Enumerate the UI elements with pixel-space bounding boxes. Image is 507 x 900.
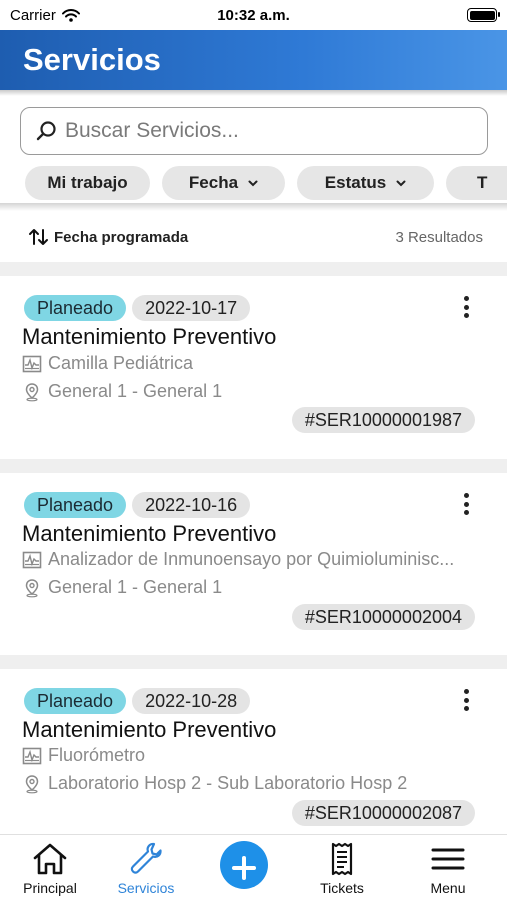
chip-fecha[interactable]: Fecha (162, 166, 285, 200)
list-separator (0, 262, 507, 276)
header-shadow (0, 90, 507, 96)
service-title: Mantenimiento Preventivo (22, 717, 277, 742)
card-badges: Planeado 2022-10-28 (24, 688, 251, 714)
list-separator (0, 655, 507, 669)
service-card[interactable]: Planeado 2022-10-16 Mantenimiento Preven… (0, 473, 507, 656)
service-code-badge: #SER10000002004 (291, 604, 475, 630)
tab-label: Principal (23, 880, 77, 896)
search-input[interactable] (65, 119, 465, 143)
app-screen: Carrier 10:32 a.m. Servicios Mi trabajo … (0, 0, 507, 900)
location-pin-icon (25, 578, 39, 597)
tab-bar: Principal Servicios Tickets Menu (0, 834, 507, 900)
carrier-label: Carrier (10, 6, 56, 24)
app-header: Servicios (0, 30, 507, 90)
tab-label: Servicios (117, 880, 175, 896)
date-badge: 2022-10-28 (132, 688, 251, 714)
service-card[interactable]: Planeado 2022-10-17 Mantenimiento Preven… (0, 276, 507, 459)
sort-label: Fecha programada (54, 228, 189, 246)
menu-icon (431, 848, 465, 870)
location-row: General 1 - General 1 (22, 381, 490, 402)
filter-chips: Mi trabajo Fecha Estatus T (0, 166, 507, 202)
location-name: General 1 - General 1 (48, 381, 223, 401)
tab-servicios[interactable]: Servicios (96, 835, 196, 900)
plus-icon (232, 856, 256, 880)
location-pin-icon (25, 774, 39, 793)
more-options-icon[interactable] (461, 689, 471, 711)
wrench-icon (130, 842, 162, 874)
status-badge: Planeado (24, 492, 127, 518)
equipment-row: Fluorómetro (22, 745, 490, 766)
equipment-name: Camilla Pediátrica (48, 353, 194, 373)
equipment-name: Analizador de Inmunoensayo por Quimiolum… (48, 549, 455, 569)
status-bar: Carrier 10:32 a.m. (0, 0, 507, 30)
home-icon (33, 843, 67, 875)
card-badges: Planeado 2022-10-16 (24, 492, 251, 518)
more-options-icon[interactable] (461, 296, 471, 318)
equipment-name: Fluorómetro (48, 745, 146, 765)
chip-label: Mi trabajo (47, 173, 128, 192)
date-badge: 2022-10-16 (132, 492, 251, 518)
status-left: Carrier (10, 7, 80, 24)
search-box[interactable] (20, 107, 488, 155)
tab-menu[interactable]: Menu (398, 835, 498, 900)
chip-label: Fecha (188, 173, 239, 192)
tab-label: Tickets (320, 880, 364, 896)
chips-shadow (0, 203, 507, 211)
location-pin-icon (25, 382, 39, 401)
chevron-down-icon (396, 180, 406, 186)
chevron-down-icon (248, 180, 258, 186)
service-title: Mantenimiento Preventivo (22, 521, 277, 546)
sort-button[interactable]: Fecha programada (28, 227, 188, 247)
tab-add[interactable] (194, 835, 294, 900)
chip-label: T (477, 173, 488, 192)
tab-label: Menu (430, 880, 466, 896)
location-row: General 1 - General 1 (22, 577, 490, 598)
service-code-badge: #SER10000002087 (291, 800, 475, 826)
location-row: Laboratorio Hosp 2 - Sub Laboratorio Hos… (22, 773, 490, 794)
chip-label: Estatus (324, 173, 387, 192)
wifi-icon (61, 8, 80, 22)
tab-principal[interactable]: Principal (0, 835, 100, 900)
page-title: Servicios (23, 42, 161, 77)
service-title: Mantenimiento Preventivo (22, 324, 277, 349)
sort-row: Fecha programada 3 Resultados (0, 218, 507, 256)
status-badge: Planeado (24, 295, 127, 321)
battery-icon (467, 8, 500, 22)
chip-t[interactable]: T (446, 166, 507, 200)
equipment-row: Analizador de Inmunoensayo por Quimiolum… (22, 549, 490, 570)
equipment-row: Camilla Pediátrica (22, 353, 490, 374)
equipment-icon (22, 355, 42, 372)
receipt-icon (331, 842, 353, 876)
service-card[interactable]: Planeado 2022-10-28 Mantenimiento Preven… (0, 669, 507, 852)
sort-arrows-icon (29, 229, 48, 245)
equipment-icon (22, 551, 42, 568)
result-count: 3 Resultados (395, 228, 483, 246)
card-badges: Planeado 2022-10-17 (24, 295, 251, 321)
chip-estatus[interactable]: Estatus (297, 166, 434, 200)
chip-mi-trabajo[interactable]: Mi trabajo (25, 166, 150, 200)
date-badge: 2022-10-17 (132, 295, 251, 321)
location-name: General 1 - General 1 (48, 577, 223, 597)
list-separator (0, 459, 507, 473)
service-code-badge: #SER10000001987 (291, 407, 475, 433)
add-button[interactable] (220, 841, 268, 889)
location-name: Laboratorio Hosp 2 - Sub Laboratorio Hos… (48, 773, 408, 793)
search-icon (36, 121, 56, 141)
tab-tickets[interactable]: Tickets (292, 835, 392, 900)
status-badge: Planeado (24, 688, 127, 714)
more-options-icon[interactable] (461, 493, 471, 515)
equipment-icon (22, 747, 42, 764)
